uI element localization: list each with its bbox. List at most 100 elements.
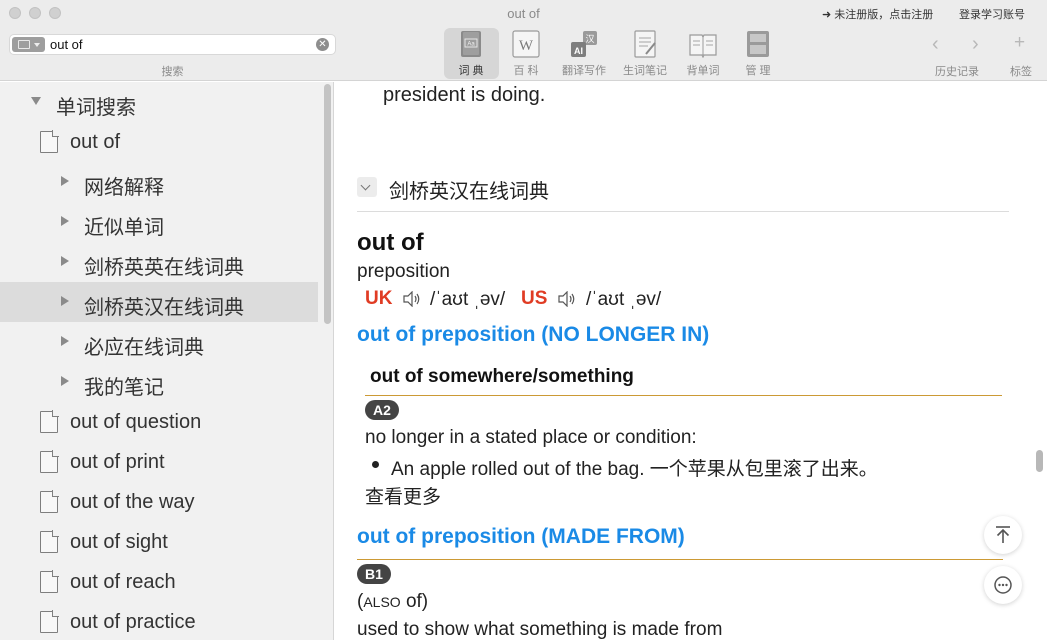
more-dots-icon — [994, 576, 1012, 594]
sidebar-item-related-word[interactable]: out of the way — [0, 482, 318, 522]
sidebar-item-related-word[interactable]: out of practice — [0, 602, 318, 640]
sidebar-scrollbar[interactable] — [324, 84, 331, 324]
back-button[interactable]: ‹ — [932, 33, 939, 56]
see-more-link[interactable]: 查看更多 — [365, 482, 441, 509]
sidebar: 单词搜索 out of 网络解释 近似单词 剑桥英英在线词典 剑桥英汉在线词典 … — [0, 82, 334, 640]
close-window-button[interactable] — [9, 7, 21, 19]
sense-heading: out of preposition (MADE FROM) — [357, 525, 685, 548]
tool-manage[interactable]: 管 理 — [728, 30, 788, 78]
sidebar-item-similar-words[interactable]: 近似单词 — [0, 202, 318, 242]
search-caption: 搜索 — [161, 66, 184, 78]
bullet — [372, 461, 379, 468]
sidebar-item-my-notes[interactable]: 我的笔记 — [0, 362, 318, 402]
sidebar-item-label: 近似单词 — [84, 217, 164, 239]
example-sentence: An apple rolled out of the bag. 一个苹果从包里滚… — [391, 459, 878, 480]
sidebar-item-related-word[interactable]: out of sight — [0, 522, 318, 562]
tool-translate[interactable]: 汉 AI 翻译写作 — [554, 30, 614, 78]
register-link[interactable]: ➜ 未注册版，点击注册 — [822, 6, 933, 22]
document-icon — [40, 410, 59, 433]
previous-entry-text: president is doing. — [383, 84, 546, 106]
search-field[interactable]: ✕ — [9, 34, 336, 55]
search-input[interactable] — [50, 36, 310, 53]
minimize-window-button[interactable] — [29, 7, 41, 19]
sidebar-item-related-word[interactable]: out of print — [0, 442, 318, 482]
part-of-speech: preposition — [357, 261, 450, 282]
disclosure-closed-icon — [61, 216, 69, 226]
sense-heading: out of preposition (NO LONGER IN) — [357, 323, 710, 346]
cefr-level-badge: A2 — [365, 400, 399, 420]
section-divider — [357, 211, 1009, 212]
chevron-down-icon — [34, 43, 40, 47]
uk-label: UK — [365, 288, 393, 309]
tool-dictionary[interactable]: Aa 词 典 — [441, 30, 501, 78]
disclosure-closed-icon — [61, 256, 69, 266]
bookmark-label: 标签 — [1010, 66, 1032, 78]
document-icon — [40, 530, 59, 553]
sidebar-item-label: 我的笔记 — [84, 377, 164, 399]
disclosure-closed-icon — [61, 176, 69, 186]
sidebar-item-label: out of print — [70, 451, 165, 473]
sidebar-item-label: out of — [70, 131, 121, 153]
svg-text:AI: AI — [574, 46, 583, 56]
dictionary-app-window: out of ➜ 未注册版，点击注册 登录学习账号 ✕ 搜索 Aa 词 典 — [0, 0, 1047, 640]
sidebar-item-current-word[interactable]: out of — [0, 122, 318, 162]
tool-word-notes[interactable]: 生词笔记 — [615, 30, 675, 78]
tool-encyclopedia[interactable]: W 百 科 — [496, 30, 556, 78]
book-icon — [18, 40, 30, 49]
clear-search-icon[interactable]: ✕ — [316, 38, 329, 51]
document-icon — [40, 450, 59, 473]
dictionary-source-dropdown[interactable] — [12, 37, 45, 52]
login-link[interactable]: 登录学习账号 — [959, 6, 1025, 22]
tool-label: 管 理 — [745, 65, 771, 77]
sidebar-item-cambridge-english-chinese[interactable]: 剑桥英汉在线词典 — [0, 282, 318, 322]
svg-text:Aa: Aa — [467, 42, 475, 48]
document-icon — [40, 490, 59, 513]
grammar-note: (ALSO of) — [357, 591, 428, 613]
add-bookmark-button[interactable]: + — [1014, 32, 1025, 54]
svg-text:汉: 汉 — [585, 34, 594, 45]
tool-label: 背单词 — [686, 65, 720, 77]
dictionary-section-title: 剑桥英汉在线词典 — [389, 181, 549, 203]
sidebar-section-label: 单词搜索 — [56, 97, 136, 119]
definition: used to show what something is made from — [357, 619, 723, 640]
wikipedia-icon: W — [512, 30, 540, 58]
history-label: 历史记录 — [935, 66, 979, 78]
sidebar-item-related-word[interactable]: out of reach — [0, 562, 318, 602]
sidebar-section-word-search[interactable]: 单词搜索 — [0, 82, 318, 122]
document-icon — [40, 570, 59, 593]
sidebar-item-label: out of the way — [70, 491, 195, 513]
translate-icon: 汉 AI — [571, 31, 597, 57]
manage-icon — [747, 31, 769, 57]
dictionary-icon: Aa — [461, 31, 481, 57]
sidebar-item-label: 网络解释 — [84, 177, 164, 199]
us-label: US — [521, 288, 548, 309]
sidebar-item-related-word[interactable]: out of question — [0, 402, 318, 442]
collapse-section-button[interactable] — [357, 177, 377, 197]
arrow-up-icon — [996, 526, 1010, 543]
guideword: out of somewhere/something — [370, 366, 634, 387]
sidebar-item-label: out of sight — [70, 531, 168, 553]
scroll-to-top-button[interactable] — [984, 516, 1022, 554]
forward-button[interactable]: › — [972, 33, 979, 56]
sidebar-item-label: out of practice — [70, 611, 196, 633]
document-icon — [40, 130, 59, 153]
tool-memorize-words[interactable]: 背单词 — [673, 30, 733, 78]
disclosure-open-icon — [31, 97, 41, 105]
sidebar-item-label: 必应在线词典 — [84, 337, 204, 359]
grammar-rest: of) — [400, 591, 429, 612]
tool-label: 翻译写作 — [562, 65, 606, 77]
document-icon — [40, 610, 59, 633]
disclosure-closed-icon — [61, 336, 69, 346]
us-pronunciation: /ˈaʊt ˌəv/ — [586, 289, 662, 310]
sidebar-item-label: 剑桥英汉在线词典 — [84, 297, 244, 319]
sense-rule — [357, 559, 1003, 560]
us-speaker-icon[interactable] — [558, 291, 576, 307]
more-options-button[interactable] — [984, 566, 1022, 604]
sidebar-item-bing-dictionary[interactable]: 必应在线词典 — [0, 322, 318, 362]
zoom-window-button[interactable] — [49, 7, 61, 19]
sidebar-item-cambridge-english[interactable]: 剑桥英英在线词典 — [0, 242, 318, 282]
content-scrollbar[interactable] — [1036, 450, 1043, 472]
uk-speaker-icon[interactable] — [403, 291, 421, 307]
sidebar-item-web-definitions[interactable]: 网络解释 — [0, 162, 318, 202]
sidebar-item-label: out of question — [70, 411, 202, 433]
